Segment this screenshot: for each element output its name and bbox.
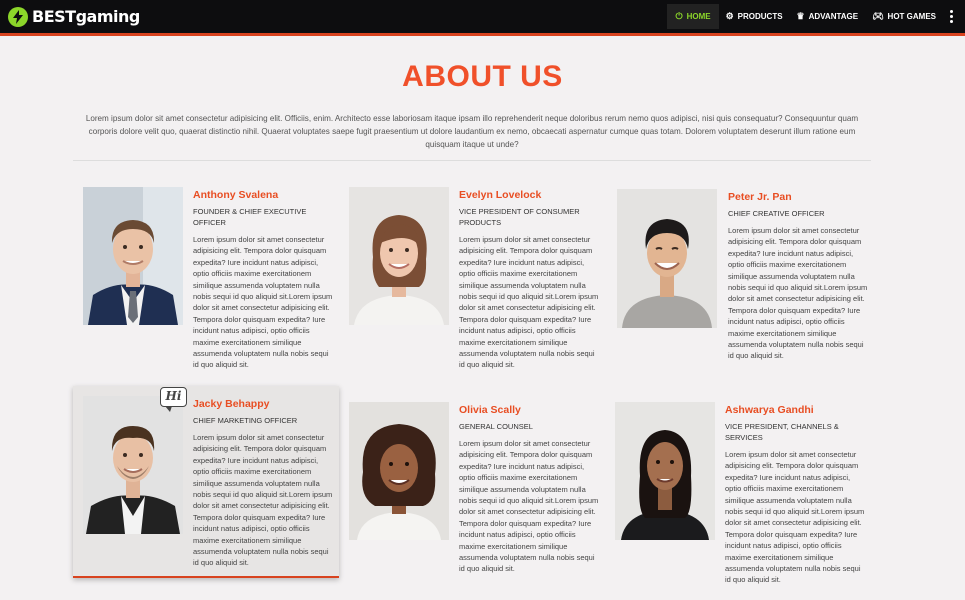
- nav-item-home[interactable]: ⏻ HOME: [667, 4, 719, 29]
- team-member-bio: Lorem ipsum dolor sit amet consectetur a…: [193, 235, 333, 370]
- brand-logo[interactable]: BESTgaming: [8, 6, 140, 27]
- more-menu-icon[interactable]: [950, 10, 954, 23]
- nav-item-label: HOME: [686, 12, 711, 21]
- team-member-role: GENERAL COUNSEL: [459, 422, 533, 431]
- team-member-bio: Lorem ipsum dolor sit amet consectetur a…: [193, 433, 333, 568]
- team-card-olivia: Olivia Scally GENERAL COUNSEL Lorem ipsu…: [349, 402, 599, 577]
- team-info: Peter Jr. Pan CHIEF CREATIVE OFFICER Lor…: [728, 191, 868, 362]
- team-photo: [615, 402, 715, 540]
- team-photo: [83, 396, 183, 534]
- card-accent-bar: [73, 576, 339, 578]
- team-member-bio: Lorem ipsum dolor sit amet consectetur a…: [728, 226, 868, 361]
- gamepad-icon: 🎮︎: [872, 11, 884, 21]
- team-info: Jacky Behappy CHIEF MARKETING OFFICER Lo…: [193, 398, 333, 569]
- crown-icon: ♛: [796, 11, 805, 21]
- team-photo: [617, 189, 717, 328]
- gear-icon: ⚙: [725, 11, 734, 21]
- team-member-role: CHIEF CREATIVE OFFICER: [728, 209, 825, 218]
- team-member-role: VICE PRESIDENT OF CONSUMER PRODUCTS: [459, 207, 580, 227]
- team-member-name[interactable]: Ashwarya Gandhi: [725, 404, 865, 416]
- team-info: Anthony Svalena FOUNDER & CHIEF EXECUTIV…: [193, 189, 333, 371]
- team-member-role: CHIEF MARKETING OFFICER: [193, 416, 298, 425]
- team-card-evelyn: Evelyn Lovelock VICE PRESIDENT OF CONSUM…: [349, 187, 599, 372]
- team-card-anthony: Anthony Svalena FOUNDER & CHIEF EXECUTIV…: [83, 187, 333, 369]
- team-photo: [349, 187, 449, 325]
- team-member-name[interactable]: Jacky Behappy: [193, 398, 333, 410]
- team-member-name[interactable]: Evelyn Lovelock: [459, 189, 599, 201]
- team-member-name[interactable]: Anthony Svalena: [193, 189, 333, 201]
- team-info: Evelyn Lovelock VICE PRESIDENT OF CONSUM…: [459, 189, 599, 371]
- intro-paragraph: Lorem ipsum dolor sit amet consectetur a…: [85, 114, 859, 149]
- team-member-bio: Lorem ipsum dolor sit amet consectetur a…: [459, 439, 599, 574]
- main-menu: ⏻ HOME ⚙ PRODUCTS ♛ ADVANTAGE 🎮︎ HOT GAM…: [667, 4, 943, 29]
- top-navbar: BESTgaming ⏻ HOME ⚙ PRODUCTS ♛ ADVANTAGE…: [0, 0, 965, 33]
- lightning-icon: [8, 6, 28, 27]
- team-card-ashwarya: Ashwarya Gandhi VICE PRESIDENT, CHANNELS…: [615, 402, 865, 584]
- team-info: Olivia Scally GENERAL COUNSEL Lorem ipsu…: [459, 404, 599, 575]
- nav-item-products[interactable]: ⚙ PRODUCTS: [719, 4, 790, 29]
- team-member-name[interactable]: Peter Jr. Pan: [728, 191, 868, 203]
- power-icon: ⏻: [675, 11, 683, 21]
- section-divider: [73, 160, 871, 161]
- nav-item-label: HOT GAMES: [887, 12, 936, 21]
- nav-item-advantage[interactable]: ♛ ADVANTAGE: [790, 4, 866, 29]
- page-title: ABOUT US: [402, 60, 563, 93]
- nav-item-label: ADVANTAGE: [808, 12, 859, 21]
- team-member-name[interactable]: Olivia Scally: [459, 404, 599, 416]
- team-member-role: FOUNDER & CHIEF EXECUTIVE OFFICER: [193, 207, 307, 227]
- brand-name: BESTgaming: [32, 7, 140, 26]
- team-member-bio: Lorem ipsum dolor sit amet consectetur a…: [459, 235, 599, 370]
- team-photo: [349, 402, 449, 540]
- team-card-jacky[interactable]: Hi Jacky Behappy CHIEF MARKETING OFFICER…: [73, 386, 339, 578]
- nav-accent-line: [0, 33, 965, 36]
- team-member-role: VICE PRESIDENT, CHANNELS & SERVICES: [725, 422, 839, 442]
- team-card-peter: Peter Jr. Pan CHIEF CREATIVE OFFICER Lor…: [617, 189, 867, 361]
- nav-item-label: PRODUCTS: [737, 12, 783, 21]
- team-member-bio: Lorem ipsum dolor sit amet consectetur a…: [725, 450, 865, 585]
- hi-speech-bubble-icon: Hi: [160, 387, 187, 412]
- team-info: Ashwarya Gandhi VICE PRESIDENT, CHANNELS…: [725, 404, 865, 586]
- nav-item-hot-games[interactable]: 🎮︎ HOT GAMES: [865, 4, 943, 29]
- team-photo: [83, 187, 183, 325]
